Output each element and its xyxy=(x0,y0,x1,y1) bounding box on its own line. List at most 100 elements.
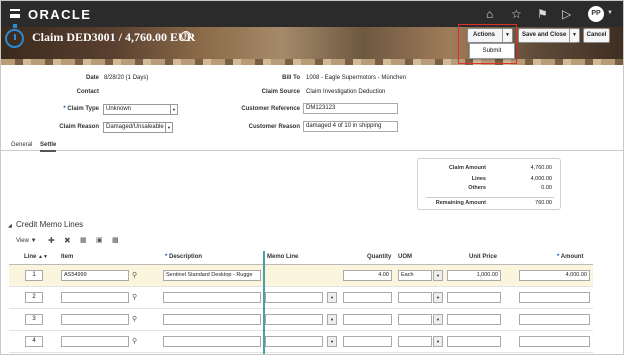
col-header-quantity[interactable]: Quantity xyxy=(367,251,391,264)
tab-settle[interactable]: Settle xyxy=(40,142,57,152)
description-field[interactable] xyxy=(163,292,261,303)
quantity-field[interactable] xyxy=(343,314,392,325)
bill-to-value: 1008 - Eagle Supermotors - München xyxy=(306,75,407,81)
collapse-icon[interactable]: ◢ xyxy=(8,223,12,229)
star-icon[interactable]: ☆ xyxy=(511,7,522,21)
help-icon[interactable]: ? xyxy=(181,31,191,41)
memo-line-field[interactable] xyxy=(265,336,323,347)
col-header-uom[interactable]: UOM xyxy=(398,251,412,264)
memo-line-field[interactable] xyxy=(265,314,323,325)
delete-icon[interactable]: ✖ xyxy=(64,236,71,245)
stopwatch-icon xyxy=(5,24,24,48)
amount-field[interactable] xyxy=(519,336,590,347)
col-header-description[interactable]: * Description xyxy=(165,251,202,264)
lines-value: 4,000.00 xyxy=(530,176,552,182)
unit-price-field[interactable]: 1,000.00 xyxy=(447,270,501,281)
unit-price-field[interactable] xyxy=(447,336,501,347)
add-icon[interactable]: ✚ xyxy=(48,236,55,245)
save-and-close-button[interactable]: Save and Close ▼ xyxy=(518,28,580,43)
col-header-memo-line[interactable]: Memo Line xyxy=(267,251,298,264)
quantity-field[interactable]: 4.00 xyxy=(343,270,392,281)
detach-icon[interactable]: ▩ xyxy=(112,236,119,244)
line-number: 1 xyxy=(25,270,43,281)
claim-reason-select[interactable]: Damaged/Unsaleable ▼ xyxy=(103,122,173,133)
others-label: Others xyxy=(468,185,486,191)
amount-field[interactable] xyxy=(519,314,590,325)
cancel-button[interactable]: Cancel xyxy=(583,28,610,43)
description-field[interactable]: Sentinel Standard Desktop - Rugge xyxy=(163,270,261,281)
amount-field[interactable]: 4,000.00 xyxy=(519,270,590,281)
claim-type-select[interactable]: Unknown ▼ xyxy=(103,104,178,115)
search-icon[interactable]: ⚲ xyxy=(132,271,137,279)
play-icon[interactable]: ▷ xyxy=(562,7,571,21)
date-value: 8/28/20 (1 Days) xyxy=(104,75,149,81)
claim-type-value: Unknown xyxy=(106,106,132,112)
uom-field[interactable] xyxy=(398,336,432,347)
chevron-down-icon[interactable]: ▼ xyxy=(327,336,337,347)
table-row[interactable]: 2 ⚲ ▼ ▼ xyxy=(9,287,593,309)
table-row[interactable]: 1 AS54999 ⚲ Sentinel Standard Desktop - … xyxy=(9,265,593,287)
chevron-down-icon[interactable]: ▼ xyxy=(165,123,172,132)
col-header-line[interactable]: Line ▲▼ xyxy=(24,251,48,264)
uom-field[interactable] xyxy=(398,292,432,303)
description-field[interactable] xyxy=(163,336,261,347)
frozen-column-divider[interactable] xyxy=(263,251,265,354)
tab-general[interactable]: General xyxy=(11,142,32,148)
chevron-down-icon[interactable]: ▼ xyxy=(170,105,177,114)
unit-price-field[interactable] xyxy=(447,292,501,303)
search-icon[interactable]: ⚲ xyxy=(132,337,137,345)
table-row[interactable]: 3 ⚲ ▼ ▼ xyxy=(9,309,593,331)
chevron-down-icon[interactable]: ▼ xyxy=(433,270,443,281)
amount-field[interactable] xyxy=(519,292,590,303)
claim-source-value: Claim Investigation Deduction xyxy=(306,89,386,95)
view-menu[interactable]: View ▼ xyxy=(16,238,37,244)
chevron-down-icon[interactable]: ▼ xyxy=(607,10,613,16)
chevron-down-icon[interactable]: ▼ xyxy=(327,314,337,325)
remaining-label: Remaining Amount xyxy=(435,200,486,206)
col-description-label: Description xyxy=(169,254,203,260)
summary-divider xyxy=(426,197,554,198)
col-header-amount[interactable]: * Amount xyxy=(557,251,583,264)
sort-icon[interactable]: ▲▼ xyxy=(38,254,48,260)
item-field[interactable] xyxy=(61,336,129,347)
others-row: Others 0.00 xyxy=(418,185,562,194)
chevron-down-icon[interactable]: ▼ xyxy=(433,292,443,303)
uom-field[interactable]: Each xyxy=(398,270,432,281)
col-header-unit-price[interactable]: Unit Price xyxy=(469,251,497,264)
quantity-field[interactable] xyxy=(343,292,392,303)
customer-reason-field[interactable]: damaged 4 of 10 in shipping xyxy=(303,121,398,132)
unit-price-field[interactable] xyxy=(447,314,501,325)
customer-reason-label: Customer Reason xyxy=(248,124,300,130)
contact-label: Contact xyxy=(76,89,99,95)
col-header-item[interactable]: Item xyxy=(61,251,73,264)
quantity-field[interactable] xyxy=(343,336,392,347)
freeze-icon[interactable]: ▣ xyxy=(96,236,103,244)
menu-icon[interactable] xyxy=(10,9,20,18)
amount-summary: Claim Amount 4,760.00 Lines 4,000.00 Oth… xyxy=(417,158,561,210)
flag-icon[interactable]: ⚑ xyxy=(537,7,548,21)
search-icon[interactable]: ⚲ xyxy=(132,293,137,301)
search-icon[interactable]: ⚲ xyxy=(132,315,137,323)
home-icon[interactable]: ⌂ xyxy=(486,7,493,21)
global-header: ORACLE ⌂ ☆ ⚑ ▷ PP ▼ xyxy=(1,1,623,27)
table-row[interactable]: 4 ⚲ ▼ ▼ xyxy=(9,331,593,353)
uom-field[interactable] xyxy=(398,314,432,325)
item-field[interactable] xyxy=(61,314,129,325)
page-title: Claim DED3001 / 4,760.00 EUR xyxy=(32,30,196,44)
claim-reason-value: Damaged/Unsaleable xyxy=(106,124,164,130)
actions-menu-submit[interactable]: Submit xyxy=(469,43,515,59)
remaining-value: 760.00 xyxy=(535,200,552,206)
col-line-label: Line xyxy=(24,254,37,260)
chevron-down-icon[interactable]: ▼ xyxy=(433,314,443,325)
item-field[interactable]: AS54999 xyxy=(61,270,129,281)
description-field[interactable] xyxy=(163,314,261,325)
export-icon[interactable]: ▦ xyxy=(80,236,87,244)
user-avatar[interactable]: PP xyxy=(588,6,604,22)
save-and-close-label: Save and Close xyxy=(522,32,567,38)
chevron-down-icon[interactable]: ▼ xyxy=(569,29,579,42)
chevron-down-icon[interactable]: ▼ xyxy=(327,292,337,303)
customer-reference-field[interactable]: DM123123 xyxy=(303,103,398,114)
item-field[interactable] xyxy=(61,292,129,303)
chevron-down-icon[interactable]: ▼ xyxy=(433,336,443,347)
memo-line-field[interactable] xyxy=(265,292,323,303)
